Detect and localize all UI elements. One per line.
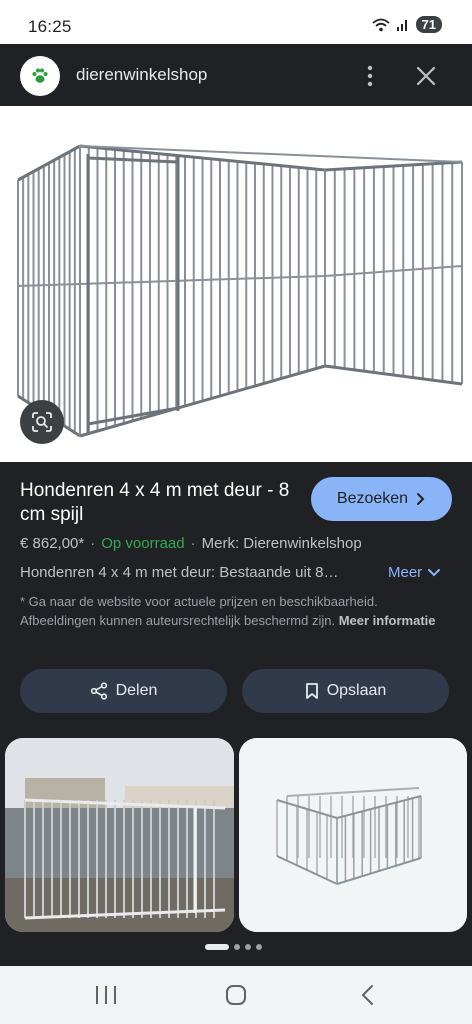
outdoor-kennel-photo xyxy=(5,738,234,932)
share-button[interactable]: Delen xyxy=(20,669,227,713)
share-icon xyxy=(90,682,107,700)
signal-icon xyxy=(396,19,407,31)
pager-dot-active xyxy=(205,944,229,950)
more-button[interactable]: Meer xyxy=(388,564,441,581)
more-info-link[interactable]: Meer informatie xyxy=(339,613,436,628)
save-button[interactable]: Opslaan xyxy=(242,669,449,713)
wifi-icon xyxy=(371,18,390,31)
lens-search-icon[interactable] xyxy=(20,400,64,444)
product-brand: Merk: Dierenwinkelshop xyxy=(201,535,362,552)
disclaimer-text: * Ga naar de website voor actuele prijze… xyxy=(20,594,378,628)
visit-button[interactable]: Bezoeken xyxy=(311,477,452,521)
share-button-label: Delen xyxy=(115,682,158,699)
related-image-2[interactable] xyxy=(239,738,467,932)
kennel-render xyxy=(239,738,467,932)
separator-dot: · xyxy=(90,535,96,552)
separator-dot: · xyxy=(190,535,196,552)
more-button-label: Meer xyxy=(388,564,423,581)
site-name[interactable]: dierenwinkelshop xyxy=(76,65,207,85)
pager-dot xyxy=(256,944,262,950)
app-header: dierenwinkelshop xyxy=(0,44,472,106)
stock-status: Op voorraad xyxy=(101,535,185,552)
close-icon[interactable] xyxy=(414,62,438,90)
carousel-pager xyxy=(205,944,262,950)
system-nav-bar xyxy=(0,966,472,1024)
bookmark-icon xyxy=(305,683,318,699)
pager-dot xyxy=(245,944,251,950)
product-meta: € 862,00* · Op voorraad · Merk: Dierenwinkel… xyxy=(20,535,362,552)
status-bar: 16:25 71 xyxy=(0,0,472,44)
visit-button-label: Bezoeken xyxy=(336,490,409,507)
product-title: Hondenren 4 x 4 m met deur - 8 cm spijl xyxy=(20,480,290,525)
product-price: € 862,00* xyxy=(20,535,85,552)
recent-apps-icon[interactable] xyxy=(92,982,120,1008)
status-time: 16:25 xyxy=(28,17,72,36)
chevron-down-icon xyxy=(428,568,441,576)
disclaimer: * Ga naar de website voor actuele prijze… xyxy=(20,592,440,630)
product-description: Hondenren 4 x 4 m met deur: Bestaande ui… xyxy=(20,564,339,581)
back-icon[interactable] xyxy=(354,982,382,1008)
home-icon[interactable] xyxy=(222,982,250,1008)
kennel-illustration xyxy=(17,144,463,438)
pager-dot xyxy=(234,944,240,950)
save-button-label: Opslaan xyxy=(326,682,387,699)
status-icons: 71 xyxy=(371,16,442,33)
more-options-icon[interactable] xyxy=(358,62,382,90)
related-image-1[interactable] xyxy=(5,738,234,932)
product-image[interactable] xyxy=(0,106,472,462)
paw-icon xyxy=(20,56,60,96)
battery-indicator: 71 xyxy=(415,16,442,33)
chevron-right-icon xyxy=(417,493,425,505)
